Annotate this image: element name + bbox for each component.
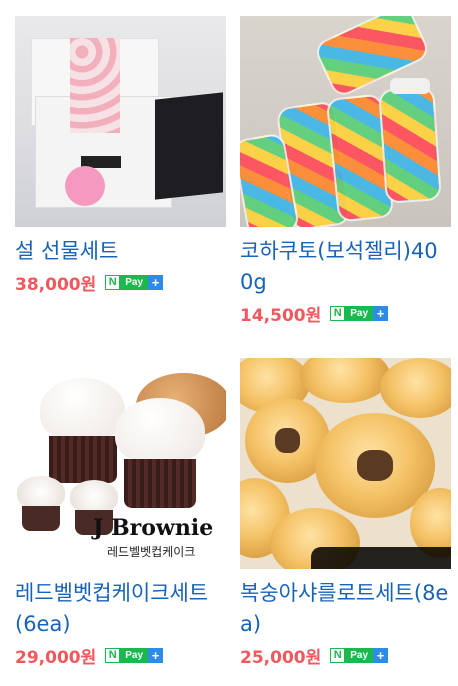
product-price: 38,000원 — [15, 274, 97, 295]
product-price: 14,500원 — [240, 305, 322, 326]
brand-logo-text: J Brownie — [93, 515, 214, 541]
product-price: 29,000원 — [15, 647, 97, 668]
product-image-jelly[interactable] — [240, 16, 451, 227]
naver-n-icon: N — [105, 274, 121, 290]
product-card[interactable]: 복숭아샤를로트세트(8ea) 25,000원 N Pay + — [240, 358, 451, 668]
product-name[interactable]: 설 선물세트 — [15, 236, 226, 267]
product-name[interactable]: 코하쿠토(보석젤리)400g — [240, 236, 451, 298]
plus-icon: + — [373, 305, 389, 321]
cupcake — [40, 378, 125, 483]
image-ribbon — [311, 547, 451, 569]
npay-button[interactable]: N Pay + — [105, 647, 164, 663]
image-caption: 레드벨벳컵케이크 — [107, 545, 196, 559]
price-row: 14,500원 N Pay + — [240, 301, 451, 326]
plus-icon: + — [373, 647, 389, 663]
jelly-jar — [378, 86, 442, 204]
price-row: 38,000원 N Pay + — [15, 270, 226, 295]
black-bag — [155, 92, 223, 200]
price-row: 29,000원 N Pay + — [15, 643, 226, 668]
product-card[interactable]: 코하쿠토(보석젤리)400g 14,500원 N Pay + — [240, 16, 451, 326]
pay-label: Pay — [345, 647, 374, 663]
product-card[interactable]: J Brownie 레드벨벳컵케이크 레드벨벳컵케이크세트(6ea) 29,00… — [15, 358, 226, 668]
price-row: 25,000원 N Pay + — [240, 643, 451, 668]
naver-n-icon: N — [105, 647, 121, 663]
parfait-cup — [17, 476, 65, 531]
product-image-madeleines[interactable] — [240, 358, 451, 569]
npay-button[interactable]: N Pay + — [105, 274, 164, 290]
product-card[interactable]: 설 선물세트 38,000원 N Pay + — [15, 16, 226, 295]
product-name[interactable]: 레드벨벳컵케이크세트(6ea) — [15, 578, 226, 640]
product-image-gift-set[interactable] — [15, 16, 226, 227]
naver-n-icon: N — [330, 305, 346, 321]
naver-n-icon: N — [330, 647, 346, 663]
pay-label: Pay — [345, 305, 374, 321]
plus-icon: + — [148, 274, 164, 290]
product-image-cupcakes[interactable]: J Brownie 레드벨벳컵케이크 — [15, 358, 226, 569]
product-price: 25,000원 — [240, 647, 322, 668]
jar-cap — [390, 78, 430, 94]
product-name[interactable]: 복숭아샤를로트세트(8ea) — [240, 578, 451, 640]
madeleine — [300, 358, 390, 403]
pay-label: Pay — [120, 274, 149, 290]
npay-button[interactable]: N Pay + — [330, 647, 389, 663]
npay-button[interactable]: N Pay + — [330, 305, 389, 321]
pink-tag — [65, 166, 105, 206]
cupcake — [115, 398, 205, 508]
pay-label: Pay — [120, 647, 149, 663]
floral-wrap — [70, 38, 120, 133]
madeleine — [380, 358, 451, 418]
plus-icon: + — [148, 647, 164, 663]
